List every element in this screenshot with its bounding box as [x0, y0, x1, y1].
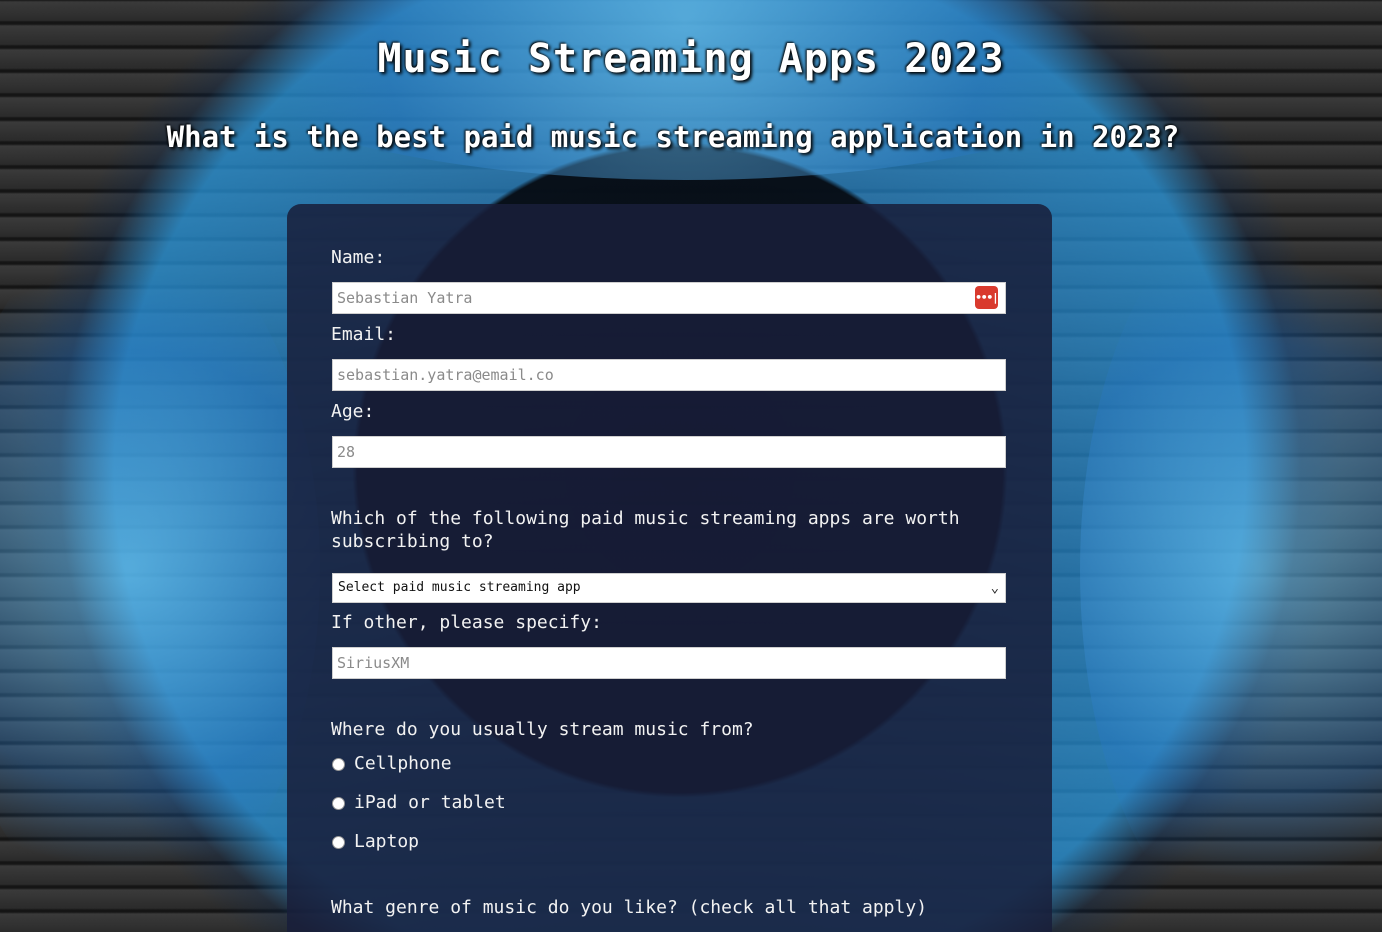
radio-label: Laptop [354, 830, 420, 852]
age-input[interactable] [332, 436, 1006, 468]
genre-question: What genre of music do you like? (check … [331, 897, 928, 918]
radio-option-tablet[interactable]: iPad or tablet [332, 790, 506, 814]
other-input[interactable] [332, 647, 1006, 679]
background-ring-art-right [1080, 200, 1382, 932]
chevron-down-icon: ⌄ [990, 580, 999, 596]
age-label: Age: [331, 401, 375, 422]
name-input[interactable] [332, 282, 1006, 314]
app-question: Which of the following paid music stream… [331, 508, 960, 552]
radio-button[interactable] [332, 758, 345, 771]
radio-button[interactable] [332, 797, 345, 810]
name-label: Name: [331, 247, 386, 268]
email-input[interactable] [332, 359, 1006, 391]
app-select[interactable]: Select paid music streaming app ⌄ [332, 573, 1006, 603]
radio-label: Cellphone [354, 752, 452, 774]
radio-option-laptop[interactable]: Laptop [332, 829, 419, 853]
radio-label: iPad or tablet [354, 791, 506, 813]
page-subtitle: What is the best paid music streaming ap… [166, 120, 1180, 154]
email-label: Email: [331, 324, 397, 345]
background-ring-art [0, 220, 320, 920]
device-question: Where do you usually stream music from? [331, 719, 754, 740]
radio-button[interactable] [332, 836, 345, 849]
password-manager-icon[interactable]: •••| [975, 286, 999, 309]
page-title: Music Streaming Apps 2023 [377, 36, 1005, 82]
other-label: If other, please specify: [331, 612, 602, 633]
app-select-value: Select paid music streaming app [338, 580, 581, 595]
radio-option-cellphone[interactable]: Cellphone [332, 751, 452, 775]
